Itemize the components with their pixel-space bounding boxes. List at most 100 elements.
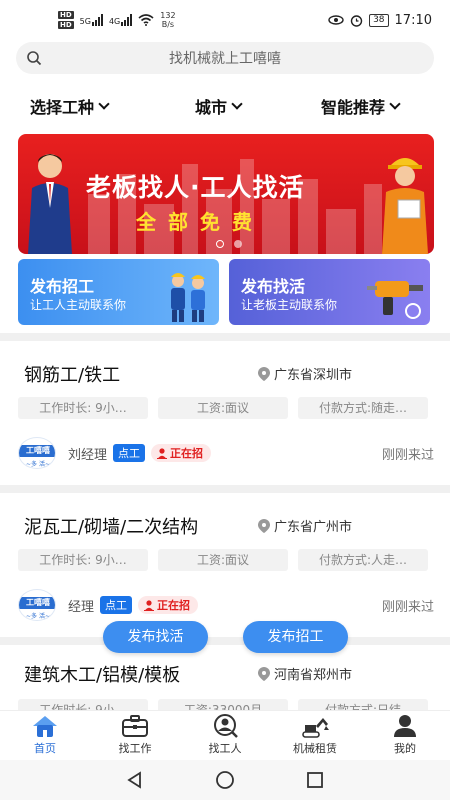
publish-seeking-title: 发布找活 <box>241 277 306 296</box>
post-find-work-button[interactable]: 发布找活 <box>103 621 208 653</box>
publish-job-seeking-card[interactable]: 发布找活 让老板主动联系你 <box>229 259 430 325</box>
job-tag-payment: 付款方式:人走… <box>298 549 428 571</box>
wifi-icon <box>138 14 154 26</box>
hiring-status-text: 正在招 <box>170 447 204 460</box>
poster-name: 刘经理 <box>68 447 108 463</box>
status-bar: HD HD 5G 4G 132 B/s 38 17:10 <box>0 0 450 40</box>
worker-illustration <box>382 158 428 254</box>
hd1-label: HD <box>58 11 74 19</box>
job-tags: 工作时长: 9小… 工资:33000月 付款方式:日结 <box>18 699 428 710</box>
person-icon <box>144 599 155 611</box>
eye-icon <box>328 15 344 25</box>
job-card[interactable]: 钢筋工/铁工 广东省深圳市 工作时长: 9小… 工资:面议 付款方式:随走… 工… <box>0 341 450 481</box>
filter-city-label: 城市 <box>195 98 228 117</box>
job-tag-hours: 工作时长: 9小… <box>18 549 148 571</box>
post-hire-button[interactable]: 发布招工 <box>243 621 348 653</box>
tab-find-workers[interactable]: 找工人 <box>180 711 270 760</box>
search-input[interactable]: 找机械就上工嘻嘻 <box>16 48 434 68</box>
poster-name: 经理 <box>68 599 95 615</box>
recent-apps-icon[interactable] <box>305 770 325 790</box>
filter-smart-recommend[interactable]: 智能推荐 <box>321 94 401 118</box>
last-visit-text: 刚刚来过 <box>381 447 434 463</box>
battery-icon: 38 <box>369 13 389 27</box>
logo-text-bottom: ~多 活~ <box>26 613 50 620</box>
briefcase-icon <box>122 715 148 737</box>
company-logo-avatar: 工嘻嘻 ~多 活~ <box>18 589 56 621</box>
job-tag-salary: 工资:33000月 <box>158 699 288 710</box>
job-location: 广东省深圳市 <box>258 364 352 383</box>
person-icon <box>157 447 168 459</box>
hd2-label: HD <box>58 21 74 29</box>
hiring-status-badge: 正在招 <box>151 444 212 462</box>
person-search-icon <box>214 714 238 738</box>
job-tag-payment: 付款方式:随走… <box>298 397 428 419</box>
banner-subtitle-char: 免 <box>200 210 220 234</box>
logo-text-top: 工嘻嘻 <box>19 445 55 457</box>
back-icon[interactable] <box>125 770 145 790</box>
search-icon <box>27 51 42 66</box>
tab-find-work-label: 找工作 <box>118 742 152 755</box>
job-footer: 工嘻嘻 ~多 活~ 经理 点工 正在招 刚刚来过 <box>18 589 434 621</box>
sig1-label: 5G <box>79 17 91 26</box>
chevron-down-icon <box>231 97 243 110</box>
chevron-down-icon <box>389 97 401 110</box>
location-pin-icon <box>258 666 270 681</box>
clock: 17:10 <box>394 12 432 28</box>
job-title: 泥瓦工/砌墙/二次结构 <box>24 517 199 538</box>
signal-5g-icon: 5G <box>80 14 103 26</box>
section-divider <box>0 333 450 341</box>
publish-hiring-subtitle: 让工人主动联系你 <box>30 298 127 312</box>
company-logo-avatar: 工嘻嘻 ~多 活~ <box>18 437 56 469</box>
section-divider <box>0 485 450 493</box>
filter-job-type[interactable]: 选择工种 <box>30 94 110 118</box>
tab-mine[interactable]: 我的 <box>360 711 450 760</box>
job-card[interactable]: 建筑木工/铝模/模板 河南省郑州市 工作时长: 9小… 工资:33000月 付款… <box>0 645 450 710</box>
job-title: 建筑木工/铝模/模板 <box>24 665 181 686</box>
home-circle-icon[interactable] <box>215 770 235 790</box>
signal-4g-icon: 4G <box>108 14 133 26</box>
drill-icon <box>367 281 423 319</box>
job-tag-hours: 工作时长: 9小… <box>18 699 148 710</box>
job-tag-salary: 工资:面议 <box>158 549 288 571</box>
publish-hiring-card[interactable]: 发布招工 让工人主动联系你 <box>18 259 219 325</box>
system-navigation-bar <box>0 760 450 800</box>
job-type-badge: 点工 <box>100 596 133 614</box>
carousel-dot-active[interactable] <box>216 240 224 248</box>
workers-illustration <box>171 273 205 322</box>
job-location: 广东省广州市 <box>258 516 352 535</box>
boss-illustration <box>28 154 72 254</box>
tab-find-workers-label: 找工人 <box>208 742 242 755</box>
tab-machinery-rental[interactable]: 机械租赁 <box>270 711 360 760</box>
carousel-dot[interactable] <box>234 240 242 248</box>
banner-subtitle-char: 部 <box>168 210 188 234</box>
job-card[interactable]: 泥瓦工/砌墙/二次结构 广东省广州市 工作时长: 9小… 工资:面议 付款方式:… <box>0 493 450 633</box>
logo-text-bottom: ~多 活~ <box>26 461 50 468</box>
chevron-down-icon <box>98 97 110 110</box>
job-location-text: 广东省深圳市 <box>274 368 353 383</box>
job-footer: 工嘻嘻 ~多 活~ 刘经理 点工 正在招 刚刚来过 <box>18 437 434 469</box>
promo-banner[interactable]: 老板找人·工人找活 全 部 免 费 <box>18 134 434 254</box>
carousel-indicator <box>216 240 242 248</box>
job-tag-salary: 工资:面议 <box>158 397 288 419</box>
banner-subtitle: 全 部 免 费 <box>136 206 252 235</box>
tab-machinery-label: 机械租赁 <box>293 742 337 755</box>
filter-city[interactable]: 城市 <box>195 94 243 118</box>
publish-seeking-subtitle: 让老板主动联系你 <box>241 298 338 312</box>
job-location-text: 河南省郑州市 <box>274 668 353 683</box>
job-title: 钢筋工/铁工 <box>24 365 121 386</box>
user-icon <box>394 715 416 737</box>
sig2-label: 4G <box>108 17 121 26</box>
job-tags: 工作时长: 9小… 工资:面议 付款方式:人走… <box>18 549 428 571</box>
banner-subtitle-char: 全 <box>136 210 156 234</box>
tab-mine-label: 我的 <box>394 742 416 755</box>
logo-text-top: 工嘻嘻 <box>19 597 55 609</box>
alarm-icon <box>350 14 363 27</box>
last-visit-text: 刚刚来过 <box>381 599 434 615</box>
tab-home-label: 首页 <box>34 742 56 755</box>
section-divider <box>0 637 450 645</box>
search-bar[interactable]: 找机械就上工嘻嘻 <box>16 42 434 74</box>
tab-find-work[interactable]: 找工作 <box>90 711 180 760</box>
job-tag-hours: 工作时长: 9小… <box>18 397 148 419</box>
banner-title: 老板找人·工人找活 <box>86 173 305 202</box>
tab-home[interactable]: 首页 <box>0 711 90 760</box>
